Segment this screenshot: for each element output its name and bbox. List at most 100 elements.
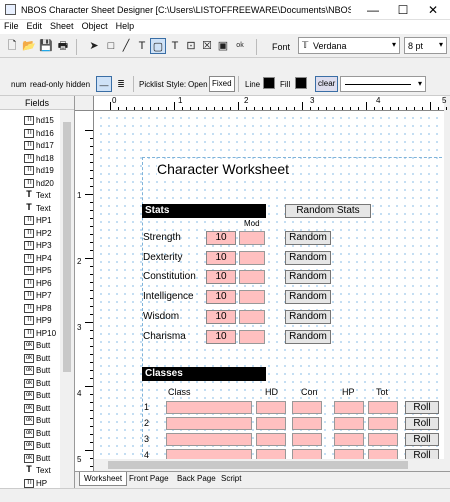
class-field[interactable] bbox=[292, 433, 322, 446]
class-field[interactable] bbox=[292, 417, 322, 430]
field-list-item[interactable]: TI hd17 bbox=[24, 139, 54, 152]
menu-file[interactable]: File bbox=[0, 20, 23, 32]
class-field[interactable] bbox=[256, 449, 286, 459]
class-field[interactable] bbox=[256, 401, 286, 414]
roll-button[interactable]: Roll bbox=[405, 417, 439, 430]
minimize-button[interactable]: — bbox=[358, 0, 388, 20]
stat-mod-field[interactable] bbox=[239, 290, 265, 305]
hidden-toggle[interactable]: hidden bbox=[66, 80, 90, 89]
stat-mod-field[interactable] bbox=[239, 329, 265, 344]
stat-mod-field[interactable] bbox=[239, 270, 265, 285]
class-field[interactable] bbox=[368, 433, 398, 446]
picklist-open-button[interactable]: Open bbox=[188, 80, 208, 89]
readonly-toggle[interactable]: read-only bbox=[30, 80, 63, 89]
close-button[interactable]: ✕ bbox=[418, 0, 448, 20]
field-list-item[interactable]: TI HP2 bbox=[24, 227, 52, 240]
field-list-item[interactable]: TI HP9 bbox=[24, 314, 52, 327]
class-field[interactable] bbox=[166, 401, 252, 414]
random-stat-button[interactable]: Random bbox=[285, 270, 331, 285]
class-field[interactable] bbox=[166, 449, 252, 459]
random-stat-button[interactable]: Random bbox=[285, 231, 331, 245]
fields-scrollbar[interactable] bbox=[60, 110, 74, 488]
line-color-swatch[interactable] bbox=[263, 77, 275, 89]
sheet-title[interactable]: Character Worksheet bbox=[157, 161, 290, 177]
canvas-scroll-thumb[interactable] bbox=[108, 461, 408, 469]
stat-mod-field[interactable] bbox=[239, 250, 265, 265]
class-field[interactable] bbox=[292, 449, 322, 459]
stat-mod-field[interactable] bbox=[239, 231, 265, 245]
font-size-select[interactable]: 8 pt ▾ bbox=[404, 37, 447, 54]
field-list-item[interactable]: ok Butt bbox=[24, 452, 50, 465]
fields-scroll-thumb[interactable] bbox=[63, 122, 71, 372]
num-toggle[interactable]: num bbox=[11, 80, 27, 89]
field-list-item[interactable]: T Text bbox=[24, 464, 50, 477]
new-file-icon[interactable]: 🗋 bbox=[4, 38, 20, 54]
stat-mod-field[interactable] bbox=[239, 309, 265, 324]
field-list-item[interactable]: TI HP4 bbox=[24, 252, 52, 265]
menu-help[interactable]: Help bbox=[112, 20, 139, 32]
line-tool-icon[interactable]: ╱ bbox=[118, 38, 134, 54]
single-line-icon[interactable]: — bbox=[96, 76, 112, 92]
maximize-button[interactable]: ☐ bbox=[388, 0, 418, 20]
field-list-item[interactable]: ok Butt bbox=[24, 439, 50, 452]
stat-value-field[interactable]: 10 bbox=[206, 250, 236, 265]
class-field[interactable] bbox=[256, 433, 286, 446]
save-icon[interactable]: 💾 bbox=[38, 38, 54, 54]
field-list-item[interactable]: TI HP10 bbox=[24, 327, 56, 340]
random-stat-button[interactable]: Random bbox=[285, 329, 331, 344]
field-list-item[interactable]: TI hd19 bbox=[24, 164, 54, 177]
text-tool-icon[interactable]: T bbox=[134, 38, 150, 54]
field-list-item[interactable]: TI hd16 bbox=[24, 127, 54, 140]
field-list-item[interactable]: TI HP8 bbox=[24, 302, 52, 315]
menu-object[interactable]: Object bbox=[78, 20, 112, 32]
tab-front-page[interactable]: Front Page bbox=[125, 472, 173, 486]
text-box-tool-icon[interactable]: ⊡ bbox=[183, 38, 199, 54]
field-list-item[interactable]: T Text bbox=[24, 189, 50, 202]
class-field[interactable] bbox=[292, 401, 322, 414]
tab-worksheet[interactable]: Worksheet bbox=[79, 472, 128, 486]
font-select[interactable]: 𝕋 Verdana ▾ bbox=[298, 37, 400, 54]
clear-button[interactable]: clear bbox=[315, 76, 339, 92]
frame-tool-icon[interactable]: ▢ bbox=[150, 38, 166, 54]
class-field[interactable] bbox=[334, 433, 364, 446]
stat-value-field[interactable]: 10 bbox=[206, 309, 236, 324]
stat-value-field[interactable]: 10 bbox=[206, 231, 236, 245]
menu-sheet[interactable]: Sheet bbox=[46, 20, 78, 32]
random-stat-button[interactable]: Random bbox=[285, 309, 331, 324]
field-list-item[interactable]: TI HP7 bbox=[24, 289, 52, 302]
class-field[interactable] bbox=[256, 417, 286, 430]
field-list-item[interactable]: TI hd18 bbox=[24, 152, 54, 165]
field-list-item[interactable]: T Text bbox=[24, 202, 50, 215]
stats-header[interactable]: Stats bbox=[142, 204, 266, 218]
roll-button[interactable]: Roll bbox=[405, 401, 439, 414]
pointer-tool-icon[interactable]: ➤ bbox=[86, 38, 102, 54]
field-list-item[interactable]: ok Butt bbox=[24, 427, 50, 440]
open-folder-icon[interactable]: 📂 bbox=[21, 38, 37, 54]
button-tool-icon[interactable]: ok bbox=[233, 38, 247, 54]
field-list-item[interactable]: ok Butt bbox=[24, 339, 50, 352]
tab-script[interactable]: Script bbox=[217, 472, 245, 486]
field-list-item[interactable]: TI hd15 bbox=[24, 114, 54, 127]
field-list-item[interactable]: TI HP5 bbox=[24, 264, 52, 277]
checkbox-tool-icon[interactable]: ☒ bbox=[199, 38, 215, 54]
tab-back-page[interactable]: Back Page bbox=[173, 472, 220, 486]
field-list-item[interactable]: TI HP6 bbox=[24, 277, 52, 290]
roll-button[interactable]: Roll bbox=[405, 449, 439, 459]
image-tool-icon[interactable]: ▣ bbox=[215, 38, 231, 54]
field-list-item[interactable]: TI HP3 bbox=[24, 239, 52, 252]
fill-color-swatch[interactable] bbox=[295, 77, 307, 89]
class-field[interactable] bbox=[368, 449, 398, 459]
class-field[interactable] bbox=[334, 417, 364, 430]
field-list-item[interactable]: TI HP1 bbox=[24, 214, 52, 227]
class-field[interactable] bbox=[334, 401, 364, 414]
random-stat-button[interactable]: Random bbox=[285, 290, 331, 305]
class-field[interactable] bbox=[334, 449, 364, 459]
field-list-item[interactable]: ok Butt bbox=[24, 389, 50, 402]
stat-value-field[interactable]: 10 bbox=[206, 329, 236, 344]
field-list-item[interactable]: TI hd20 bbox=[24, 177, 54, 190]
class-field[interactable] bbox=[166, 433, 252, 446]
text-field-tool-icon[interactable]: T bbox=[167, 38, 183, 54]
menu-edit[interactable]: Edit bbox=[23, 20, 47, 32]
field-list-item[interactable]: ok Butt bbox=[24, 352, 50, 365]
field-list-item[interactable]: ok Butt bbox=[24, 364, 50, 377]
